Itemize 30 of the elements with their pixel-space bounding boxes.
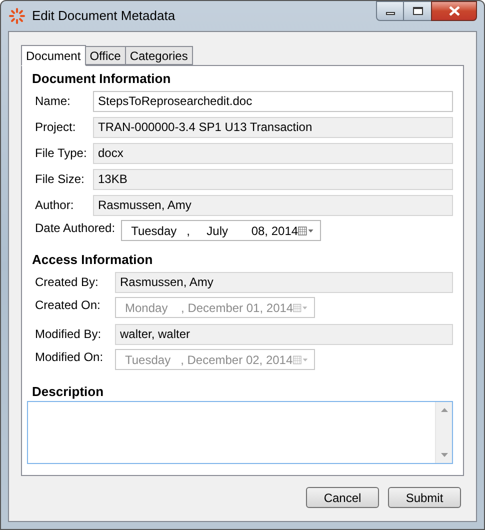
window-title: Edit Document Metadata <box>32 7 176 26</box>
tab[interactable]: Categories <box>124 46 193 65</box>
section-heading: Description <box>31 383 105 401</box>
text-field[interactable]: docx <box>93 142 453 164</box>
field-label: File Type: <box>35 145 87 162</box>
dialog-button[interactable]: Submit <box>388 487 461 508</box>
tab[interactable]: Document <box>21 45 86 66</box>
field-label: Date Authored: <box>35 220 116 237</box>
date-value: Tuesday , December 02, 2014 <box>125 352 293 368</box>
date-value: Tuesday , July 08, 2014 <box>131 222 298 240</box>
tab[interactable]: Office <box>84 46 126 65</box>
field-label: Modified On: <box>35 349 104 366</box>
section-heading: Document Information <box>31 70 172 88</box>
text-field[interactable]: TRAN-000000-3.4 SP1 U13 Transaction <box>93 116 453 138</box>
field-label: Project: <box>35 119 77 136</box>
field-label: File Size: <box>35 171 86 188</box>
section-heading: Access Information <box>31 251 154 269</box>
field-label: Created By: <box>35 274 100 291</box>
field-label: Author: <box>35 197 75 214</box>
field-label: Name: <box>35 93 72 110</box>
text-field[interactable]: 13KB <box>93 168 453 190</box>
text-field[interactable]: Rasmussen, Amy <box>93 194 453 216</box>
date-picker[interactable]: Tuesday , July 08, 2014 <box>121 220 322 241</box>
text-field[interactable]: walter, walter <box>115 324 453 344</box>
dialog-button[interactable]: Cancel <box>306 487 379 508</box>
text-field[interactable]: Rasmussen, Amy <box>115 272 453 292</box>
text-field[interactable]: StepsToReprosearchedit.doc <box>93 90 453 112</box>
date-value: Monday , December 01, 2014 <box>125 300 294 316</box>
field-label: Modified By: <box>35 326 102 343</box>
field-label: Created On: <box>35 297 102 314</box>
